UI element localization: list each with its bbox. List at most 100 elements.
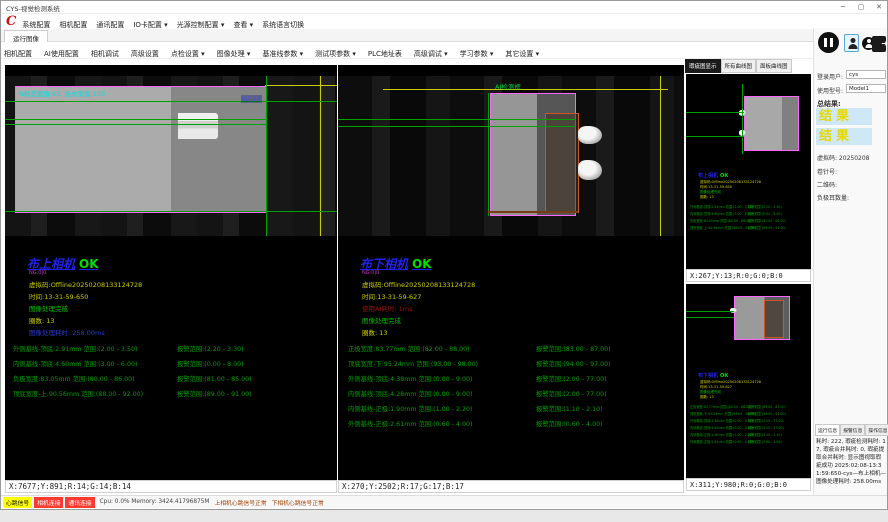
left-measure-row-2: 内侧基线-顶底:4.60mm 范围:(3.00 - 6.00)报警范围:(0.0… [13,359,337,368]
middle-bright-feature-1 [578,126,602,144]
app-window: CYS-视觉检测系统 ─ ▢ ✕ C 系统配置相机配置通讯配置IO卡配置 ▾光源… [0,0,888,510]
middle-ng-count: NG:0|0 [362,270,379,276]
info-tab[interactable]: 运行信息 [815,424,840,436]
info-tab[interactable]: 操作信息 [865,424,888,436]
left-coordinate-bar: X:7677;Y:891;R:14;G:14;B:14 [5,480,337,493]
left-camera-view[interactable]: N极总宽值:93, 极总宽值:100 93.98 布上相机OK NG:0|0 虚… [5,65,337,480]
toolbar-item[interactable]: 测试项参数 ▾ [315,50,356,58]
toolbar-item[interactable]: 高级设置 [131,50,159,58]
left-measure-line-3 [5,124,267,125]
login-user-field[interactable]: cys [846,70,886,79]
pause-button[interactable] [818,32,839,53]
lower-camera-heartbeat-text: 下相机心跳信号正常 [272,498,324,507]
thumbnail-upper-camera[interactable]: 布上相机OK 虚拟码:Offline20250208133124728 时间:1… [686,74,811,269]
exit-button[interactable] [872,36,886,52]
middle-measure-line-1 [338,119,576,120]
upper-camera-heartbeat-text: 上相机心跳信号正常 [214,498,266,507]
left-baseline-yellow-v [320,76,321,236]
view-tab[interactable]: 瑕疵图显示 [685,59,721,73]
middle-ai-elapsed: 使用AI耗时: 1ms [362,303,412,313]
close-button[interactable]: ✕ [871,2,887,13]
thumb1-line-1 [686,112,744,113]
middle-measure-row-3: 外侧基线-顶底:4.38mm 范围:(0.00 - 9.00)报警范围:(2.0… [348,374,684,383]
thumb2-line-2 [686,317,734,318]
sidebar: 登录用户: cys 使用型号: Model1 总结果: 结果 结果 虚拟码: 2… [813,28,887,495]
middle-measure-row-4: 内侧基线-顶底:4.28mm 范围:(0.00 - 9.00)报警范围:(2.0… [348,389,684,398]
heartbeat-badge: 心跳信号 [3,497,32,508]
menu-item[interactable]: 系统配置 [22,21,50,29]
view-tab-strip: 瑕疵图显示所有曲线图面板曲线图 [685,59,792,73]
toolbar-item[interactable]: PLC地址表 [368,50,402,58]
maximize-button[interactable]: ▢ [853,2,869,13]
thumbnail-lower-camera[interactable]: 布下相机OK 虚拟码:Offline20250208133124728 时间:1… [686,284,811,478]
middle-measure-line-2 [338,126,576,127]
model-label: 使用型号: [817,86,843,95]
thumb1-line-v [742,84,743,154]
toolbar-item[interactable]: 图像处理 ▾ [217,50,251,58]
middle-measure-row-2: 顶底宽度-下:95.24mm 范围:(93.00 - 98.00)报警范围:(9… [348,359,684,368]
middle-bright-feature-2 [578,160,602,180]
toolbar-item[interactable]: 相机配置 [4,50,32,58]
comm-link-badge: 通讯连接 [65,497,94,508]
left-measure-row-1: 外侧基线-顶底:2.91mm 范围:(2.00 - 3.50)报警范围:(2.2… [13,344,337,353]
camera-link-badge: 相机连接 [34,497,63,508]
toolbar-item[interactable]: 基准线参数 ▾ [262,50,303,58]
thumb1-camera-title: 布上相机OK [698,172,728,179]
menu-item[interactable]: 相机配置 [59,21,87,29]
view-tab[interactable]: 所有曲线图 [721,59,757,73]
info-tab[interactable]: 报警信息 [840,424,865,436]
result-box-lower: 结果 [816,128,872,145]
model-field[interactable]: Model1 [846,84,886,93]
pin-number-label: 卷针号: [817,167,837,176]
left-round-count: 圈数: 13 [29,315,55,325]
thumb2-camera-title: 布下相机OK [698,372,728,379]
minimize-button[interactable]: ─ [835,2,851,13]
menu-item[interactable]: 系统语言切换 [262,21,304,29]
middle-measure-row-1: 正极宽度:83.77mm 范围:(82.00 - 88.00)报警范围:(83.… [348,344,684,353]
menu-item[interactable]: 查看 ▾ [233,21,253,29]
negative-tab-count-label: 负极耳数量: [817,193,849,202]
result-box-upper: 结果 [816,108,872,125]
menu-item[interactable]: 光源控制配置 ▾ [177,21,225,29]
middle-coordinate-bar: X:270;Y:2502;R:17;G:17;B:17 [338,480,684,493]
left-baseline-yellow-h [265,85,337,86]
toolbar-item[interactable]: 相机调试 [91,50,119,58]
left-virtual-code: 虚拟码:Offline20250208133124728 [29,279,142,289]
thumb2-coordinate-bar: X:311;Y:980;R:0;G:0;B:0 [686,478,811,491]
middle-camera-view[interactable]: AI检测框 布下相机OK NG:0|0 虚拟码:Offline202502081… [338,65,684,480]
menu-item[interactable]: IO卡配置 ▾ [133,21,167,29]
toolbar-item[interactable]: 高级调试 ▾ [414,50,448,58]
cpu-memory-text: Cpu: 0.0% Memory: 3424.41796875M [100,499,210,505]
toolbar-item[interactable]: 学习参数 ▾ [460,50,494,58]
qr-code-label: 二维码: [817,180,837,189]
middle-time: 时间:13-31-59-627 [362,291,421,301]
run-log-text: 耗时: 222, 瑕疵检测耗时: 17, 瑕疵合并耗时: 0, 瑕疵提取合并耗时… [816,438,886,494]
toolbar: 相机配置 AI使用配置 相机调试 高级设置 点检设置 ▾ 图像处理 ▾ 基准线参数 ▾ 测试项… [1,42,813,59]
left-measure-line-1 [5,101,337,102]
thumb2-round: 圈数: 13 [700,395,714,400]
toolbar-item[interactable]: 点检设置 ▾ [171,50,205,58]
middle-process-done: 图像处理完成 [362,315,401,325]
menu-item[interactable]: 通讯配置 [96,21,124,29]
toolbar-item[interactable]: AI使用配置 [44,50,79,58]
left-ng-count: NG:0|0 [29,270,46,276]
middle-measure-row-5: 内侧基线-正极:1.90mm 范围:(1.00 - 2.20)报警范围:(1.1… [348,404,684,413]
app-logo-icon: C [6,15,16,28]
status-bar: 心跳信号 相机连接 通讯连接 Cpu: 0.0% Memory: 3424.41… [1,495,887,508]
thumb2-line-1 [686,311,734,312]
left-process-done: 图像处理完成 [29,303,68,313]
thumb1-part-outline [744,96,799,151]
user-icon [847,37,858,50]
view-tab[interactable]: 面板曲线图 [756,59,792,73]
left-measure-line-v [266,76,267,236]
toolbar-item[interactable]: 其它设置 ▾ [505,50,539,58]
login-user-button[interactable] [844,34,859,52]
left-camera-name: 布上相机 [27,257,75,271]
middle-ai-detect-box [545,113,579,213]
toolbar-items: 相机配置 AI使用配置 相机调试 高级设置 点检设置 ▾ 图像处理 ▾ 基准线参数 ▾ 测试项… [1,41,548,60]
middle-measure-line-v [488,93,489,216]
middle-virtual-code: 虚拟码:Offline20250208133124728 [362,279,475,289]
left-measure-row-3: 负极宽度:83.05mm 范围:(80.00 - 86.00)报警范围:(81.… [13,374,337,383]
thumb1-coordinate-bar: X:267;Y:13;R:0;G:0;B:0 [686,269,811,282]
left-measure-line-4 [5,211,337,212]
